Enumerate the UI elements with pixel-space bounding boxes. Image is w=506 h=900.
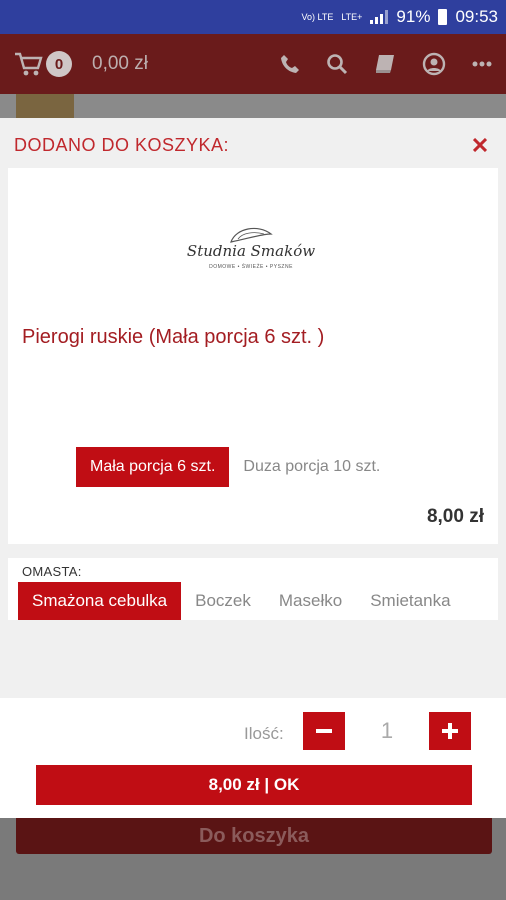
more-icon[interactable] bbox=[472, 61, 492, 67]
omasta-options: Smażona cebulka Boczek Masełko Smietanka bbox=[18, 582, 465, 620]
cart-icon[interactable] bbox=[14, 51, 44, 77]
confirm-ok-button[interactable]: 8,00 zł | OK bbox=[36, 765, 472, 805]
added-to-cart-modal: DODANO DO KOSZYKA: Studnia Smaków DOMOWE… bbox=[0, 118, 506, 818]
omasta-option-sour-cream[interactable]: Smietanka bbox=[356, 582, 464, 620]
cart-count-badge: 0 bbox=[46, 51, 72, 77]
omasta-label: OMASTA: bbox=[22, 564, 82, 579]
omasta-section: OMASTA: Smażona cebulka Boczek Masełko S… bbox=[8, 558, 498, 620]
quantity-increase-button[interactable] bbox=[429, 712, 471, 750]
omasta-option-butter[interactable]: Masełko bbox=[265, 582, 356, 620]
battery-percent: 91% bbox=[396, 7, 431, 26]
background-thumbnail bbox=[16, 94, 74, 118]
background-add-to-cart-button: Do koszyka bbox=[16, 818, 492, 854]
variant-large-portion[interactable]: Duza porcja 10 szt. bbox=[229, 447, 394, 487]
minus-icon bbox=[316, 729, 332, 733]
modal-title: DODANO DO KOSZYKA: bbox=[14, 134, 230, 155]
search-icon[interactable] bbox=[326, 53, 348, 75]
account-icon[interactable] bbox=[422, 52, 446, 76]
close-icon[interactable] bbox=[468, 133, 492, 157]
background-list bbox=[0, 94, 506, 118]
modal-header: DODANO DO KOSZYKA: bbox=[0, 118, 506, 172]
lte-indicator: LTE+ bbox=[341, 11, 363, 22]
cart-total: 0,00 zł bbox=[92, 53, 148, 74]
dumpling-logo-icon bbox=[230, 227, 273, 243]
book-icon[interactable] bbox=[374, 54, 396, 74]
product-card: Studnia Smaków DOMOWE • ŚWIEŻE • PYSZNE … bbox=[8, 168, 498, 544]
omasta-option-fried-onion[interactable]: Smażona cebulka bbox=[18, 582, 182, 620]
plus-icon bbox=[442, 723, 458, 739]
portion-selector: Mała porcja 6 szt. Duza porcja 10 szt. bbox=[76, 447, 394, 487]
modal-footer: Ilość: 1 8,00 zł | OK bbox=[0, 698, 506, 818]
restaurant-logo: Studnia Smaków DOMOWE • ŚWIEŻE • PYSZNE bbox=[186, 224, 316, 282]
quantity-value[interactable]: 1 bbox=[345, 712, 429, 750]
clock: 09:53 bbox=[455, 7, 498, 26]
phone-icon[interactable] bbox=[280, 54, 300, 74]
volte-indicator: Vo) LTE bbox=[301, 11, 334, 22]
logo-tagline: DOMOWE • ŚWIEŻE • PYSZNE bbox=[209, 264, 293, 270]
signal-icon bbox=[370, 10, 389, 24]
omasta-option-bacon[interactable]: Boczek bbox=[181, 582, 265, 620]
quantity-label: Ilość: bbox=[244, 724, 284, 743]
variant-small-portion[interactable]: Mała porcja 6 szt. bbox=[76, 447, 230, 487]
quantity-decrease-button[interactable] bbox=[303, 712, 345, 750]
battery-icon bbox=[438, 9, 448, 25]
app-bar: 0 0,00 zł bbox=[0, 34, 506, 94]
product-name: Pierogi ruskie (Mała porcja 6 szt. ) bbox=[22, 326, 325, 348]
status-bar: Vo) LTE LTE+ 91% 09:53 bbox=[0, 0, 506, 34]
product-price: 8,00 zł bbox=[426, 506, 484, 527]
